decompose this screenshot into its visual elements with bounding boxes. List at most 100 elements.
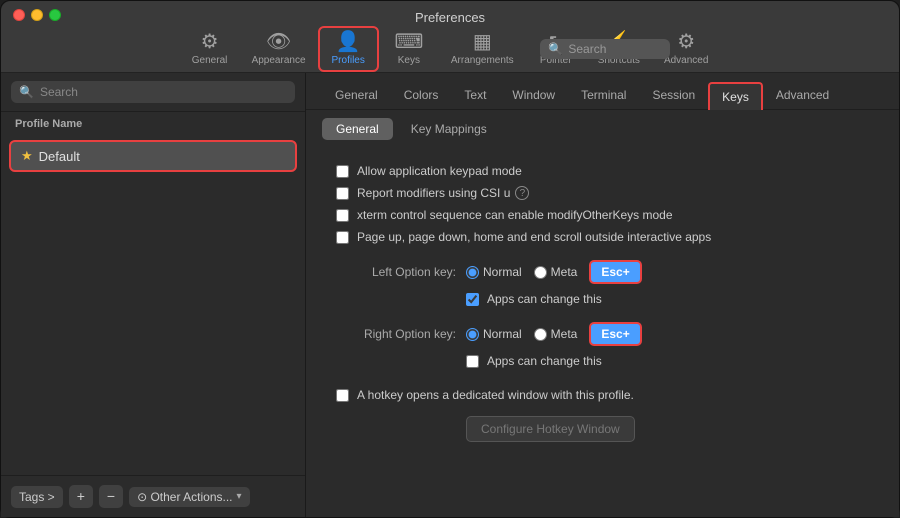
left-apps-change-row: Apps can change this bbox=[466, 292, 869, 306]
maximize-button[interactable] bbox=[49, 9, 61, 21]
general-label: General bbox=[192, 55, 228, 66]
appearance-label: Appearance bbox=[252, 55, 306, 66]
advanced-label: Advanced bbox=[664, 55, 708, 66]
sub-tabs: General Key Mappings bbox=[306, 110, 899, 148]
other-actions-label: ⊙ Other Actions... bbox=[137, 490, 232, 504]
tab-advanced[interactable]: Advanced bbox=[763, 81, 842, 109]
xterm-control-label: xterm control sequence can enable modify… bbox=[357, 208, 673, 222]
help-icon[interactable]: ? bbox=[515, 186, 529, 200]
toolbar-general[interactable]: ⚙ General bbox=[180, 28, 240, 70]
profile-list-header: Profile Name bbox=[1, 112, 305, 136]
report-modifiers-label: Report modifiers using CSI u ? bbox=[357, 186, 529, 200]
other-actions-button[interactable]: ⊙ Other Actions... ▾ bbox=[129, 487, 249, 507]
toolbar-search-box[interactable]: 🔍 bbox=[540, 39, 670, 59]
sub-tab-key-mappings[interactable]: Key Mappings bbox=[397, 118, 501, 140]
keys-icon: ⌨ bbox=[394, 32, 423, 52]
tab-keys[interactable]: Keys bbox=[708, 82, 763, 110]
tab-text[interactable]: Text bbox=[451, 81, 499, 109]
left-meta-label: Meta bbox=[551, 265, 578, 279]
tags-button[interactable]: Tags > bbox=[11, 486, 63, 508]
toolbar-arrangements[interactable]: ▦ Arrangements bbox=[439, 28, 526, 70]
preferences-window: Preferences ⚙ General 👁 Appearance 👤 Pro… bbox=[0, 0, 900, 518]
left-esc-button[interactable]: Esc+ bbox=[589, 260, 641, 284]
search-magnifier-icon: 🔍 bbox=[19, 85, 34, 99]
toolbar-search-input[interactable] bbox=[568, 42, 662, 56]
right-option-radio-group: Normal Meta Esc+ bbox=[466, 322, 642, 346]
right-apps-change-checkbox[interactable] bbox=[466, 355, 479, 368]
tab-terminal[interactable]: Terminal bbox=[568, 81, 639, 109]
left-option-radio-group: Normal Meta Esc+ bbox=[466, 260, 642, 284]
allow-keypad-checkbox[interactable] bbox=[336, 165, 349, 178]
chevron-down-icon: ▾ bbox=[237, 491, 242, 502]
window-controls bbox=[13, 9, 61, 21]
sub-tab-general[interactable]: General bbox=[322, 118, 393, 140]
left-search-row[interactable]: 🔍 bbox=[11, 81, 295, 103]
left-apps-change-label: Apps can change this bbox=[487, 292, 602, 306]
right-option-normal: Normal bbox=[466, 327, 522, 341]
left-option-normal: Normal bbox=[466, 265, 522, 279]
left-normal-radio[interactable] bbox=[466, 266, 479, 279]
default-star-icon: ★ bbox=[21, 148, 33, 164]
left-option-label: Left Option key: bbox=[336, 265, 456, 279]
profile-list: ★ Default bbox=[1, 136, 305, 475]
right-apps-change-row: Apps can change this bbox=[466, 354, 869, 368]
page-scroll-checkbox[interactable] bbox=[336, 231, 349, 244]
profile-search-input[interactable] bbox=[40, 85, 287, 99]
profile-name: Default bbox=[39, 149, 80, 164]
close-button[interactable] bbox=[13, 9, 25, 21]
report-modifiers-checkbox[interactable] bbox=[336, 187, 349, 200]
toolbar: ⚙ General 👁 Appearance 👤 Profiles ⌨ Keys… bbox=[170, 26, 731, 72]
left-meta-radio[interactable] bbox=[534, 266, 547, 279]
arrangements-icon: ▦ bbox=[473, 32, 492, 52]
title-bar-top: Preferences bbox=[1, 1, 899, 26]
tab-colors[interactable]: Colors bbox=[391, 81, 452, 109]
right-apps-change-label: Apps can change this bbox=[487, 354, 602, 368]
remove-profile-button[interactable]: − bbox=[99, 485, 123, 509]
general-icon: ⚙ bbox=[201, 32, 219, 52]
allow-keypad-label: Allow application keypad mode bbox=[357, 164, 522, 178]
right-option-row: Right Option key: Normal Meta Esc+ bbox=[336, 322, 869, 346]
left-option-key-section: Left Option key: Normal Meta Esc+ bbox=[336, 260, 869, 306]
right-option-label: Right Option key: bbox=[336, 327, 456, 341]
tab-session[interactable]: Session bbox=[639, 81, 708, 109]
right-normal-radio[interactable] bbox=[466, 328, 479, 341]
toolbar-appearance[interactable]: 👁 Appearance bbox=[240, 28, 318, 70]
tab-general[interactable]: General bbox=[322, 81, 391, 109]
tab-window[interactable]: Window bbox=[499, 81, 568, 109]
checkbox-row-report-modifiers: Report modifiers using CSI u ? bbox=[336, 186, 869, 200]
minimize-button[interactable] bbox=[31, 9, 43, 21]
window-title: Preferences bbox=[13, 10, 887, 25]
left-normal-label: Normal bbox=[483, 265, 522, 279]
left-option-meta: Meta bbox=[534, 265, 578, 279]
profile-item-default[interactable]: ★ Default bbox=[9, 140, 297, 172]
toolbar-keys[interactable]: ⌨ Keys bbox=[379, 28, 439, 70]
hotkey-label: A hotkey opens a dedicated window with t… bbox=[357, 388, 634, 402]
left-apps-change-checkbox[interactable] bbox=[466, 293, 479, 306]
right-option-key-section: Right Option key: Normal Meta Esc+ bbox=[336, 322, 869, 368]
page-scroll-label: Page up, page down, home and end scroll … bbox=[357, 230, 711, 244]
right-meta-label: Meta bbox=[551, 327, 578, 341]
right-panel: General Colors Text Window Terminal Sess… bbox=[306, 73, 899, 517]
checkbox-row-allow-keypad: Allow application keypad mode bbox=[336, 164, 869, 178]
hotkey-checkbox-row: A hotkey opens a dedicated window with t… bbox=[336, 388, 869, 402]
title-bar: Preferences ⚙ General 👁 Appearance 👤 Pro… bbox=[1, 1, 899, 73]
configure-hotkey-button[interactable]: Configure Hotkey Window bbox=[466, 416, 635, 442]
arrangements-label: Arrangements bbox=[451, 55, 514, 66]
right-esc-button[interactable]: Esc+ bbox=[589, 322, 641, 346]
add-profile-button[interactable]: + bbox=[69, 485, 93, 509]
left-panel: 🔍 Profile Name ★ Default Tags > + − ⊙ Ot… bbox=[1, 73, 306, 517]
toolbar-profiles[interactable]: 👤 Profiles bbox=[318, 26, 379, 72]
profiles-icon: 👤 bbox=[336, 32, 361, 52]
keys-label: Keys bbox=[398, 55, 420, 66]
right-normal-label: Normal bbox=[483, 327, 522, 341]
checkbox-row-xterm: xterm control sequence can enable modify… bbox=[336, 208, 869, 222]
xterm-control-checkbox[interactable] bbox=[336, 209, 349, 222]
profiles-label: Profiles bbox=[332, 55, 365, 66]
right-option-meta: Meta bbox=[534, 327, 578, 341]
hotkey-section: A hotkey opens a dedicated window with t… bbox=[336, 388, 869, 442]
right-meta-radio[interactable] bbox=[534, 328, 547, 341]
settings-area: Allow application keypad mode Report mod… bbox=[306, 148, 899, 517]
search-icon: 🔍 bbox=[548, 42, 563, 56]
profile-tabs: General Colors Text Window Terminal Sess… bbox=[306, 73, 899, 110]
hotkey-checkbox[interactable] bbox=[336, 389, 349, 402]
